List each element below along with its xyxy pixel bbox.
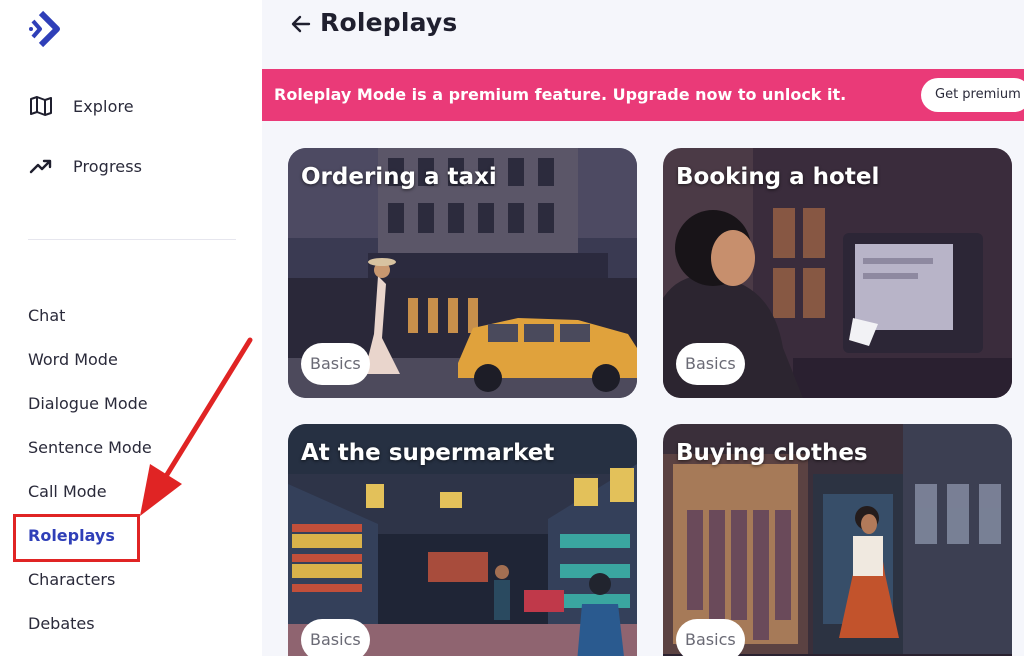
get-premium-button[interactable]: Get premium: [921, 78, 1024, 112]
sidebar-item-word-mode[interactable]: Word Mode: [28, 350, 118, 369]
card-title: Ordering a taxi: [301, 164, 497, 190]
card-title: Buying clothes: [676, 440, 868, 466]
card-title: Booking a hotel: [676, 164, 880, 190]
sidebar-item-call-mode[interactable]: Call Mode: [28, 482, 107, 501]
annotation-highlight-box: [13, 514, 140, 562]
annotation-arrow: [140, 337, 253, 516]
nav-progress[interactable]: Progress: [28, 154, 142, 178]
app-logo[interactable]: [28, 8, 62, 50]
level-badge: Basics: [301, 343, 370, 385]
sidebar-item-debates[interactable]: Debates: [28, 614, 95, 633]
premium-banner: Roleplay Mode is a premium feature. Upgr…: [262, 69, 1024, 121]
trending-up-icon: [28, 154, 54, 178]
page-title: Roleplays: [320, 8, 458, 37]
nav-progress-label: Progress: [73, 156, 143, 176]
premium-banner-text: Roleplay Mode is a premium feature. Upgr…: [274, 85, 847, 104]
level-badge: Basics: [676, 343, 745, 385]
roleplay-card-ordering-taxi[interactable]: Ordering a taxi Basics: [288, 148, 637, 398]
level-badge: Basics: [301, 619, 370, 656]
card-title: At the supermarket: [301, 440, 555, 466]
sidebar-item-chat[interactable]: Chat: [28, 306, 65, 325]
map-icon: [28, 94, 54, 118]
sidebar: Explore Progress Chat Word Mode Dialogue…: [0, 0, 262, 656]
level-badge: Basics: [676, 619, 745, 656]
sidebar-item-characters[interactable]: Characters: [28, 570, 115, 589]
sidebar-divider: [28, 239, 236, 240]
roleplay-card-supermarket[interactable]: At the supermarket Basics: [288, 424, 637, 656]
roleplay-card-booking-hotel[interactable]: Booking a hotel Basics: [663, 148, 1012, 398]
roleplay-card-buying-clothes[interactable]: Buying clothes Basics: [663, 424, 1012, 656]
nav-explore-label: Explore: [73, 96, 134, 116]
back-arrow-icon[interactable]: [290, 12, 312, 36]
nav-explore[interactable]: Explore: [28, 94, 134, 118]
main-content: Roleplays Roleplay Mode is a premium fea…: [262, 0, 1024, 656]
